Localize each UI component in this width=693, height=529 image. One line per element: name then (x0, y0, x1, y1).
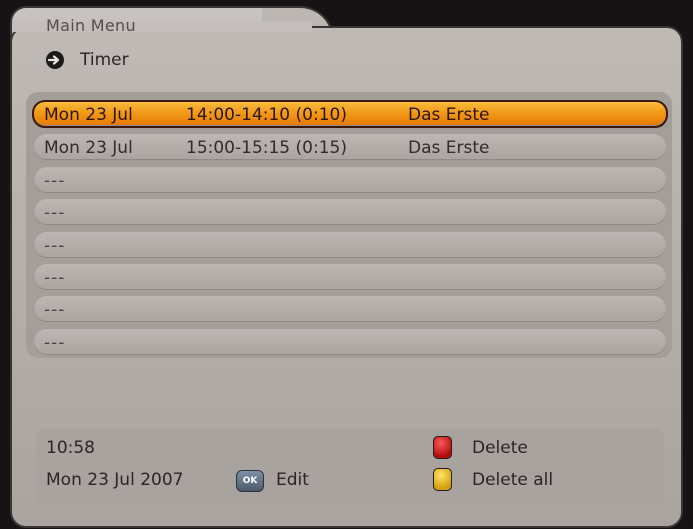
edit-label: Edit (276, 470, 309, 490)
timer-time: 15:00-15:15 (0:15) (186, 138, 347, 159)
empty-slot: --- (44, 300, 66, 321)
empty-slot: --- (44, 332, 66, 353)
empty-slot: --- (44, 170, 66, 191)
timer-channel: Das Erste (408, 105, 490, 125)
empty-slot: --- (44, 203, 66, 224)
timer-row-empty[interactable]: --- (34, 231, 666, 258)
delete-label: Delete (472, 438, 528, 458)
timer-row[interactable]: Mon 23 Jul 14:00-14:10 (0:10) Das Erste (32, 100, 668, 128)
timer-row-empty[interactable]: --- (34, 199, 666, 226)
section-heading: Timer (44, 48, 129, 72)
section-title: Timer (80, 50, 129, 70)
delete-all-label: Delete all (472, 470, 554, 490)
timer-arrow-icon (44, 49, 66, 71)
timer-row-empty[interactable]: --- (34, 296, 666, 323)
current-date: Mon 23 Jul 2007 (46, 470, 184, 490)
menu-title: Main Menu (46, 16, 136, 35)
timer-row-empty[interactable]: --- (34, 263, 666, 290)
ok-key-icon[interactable]: OK (236, 470, 264, 492)
timer-list: Mon 23 Jul 14:00-14:10 (0:10) Das Erste … (32, 100, 668, 361)
timer-row-empty[interactable]: --- (34, 328, 666, 355)
timer-row-empty[interactable]: --- (34, 166, 666, 193)
timer-date: Mon 23 Jul (44, 105, 133, 125)
current-time: 10:58 (46, 438, 95, 458)
yellow-key-icon[interactable] (433, 468, 452, 491)
timer-date: Mon 23 Jul (44, 138, 133, 159)
timer-time: 14:00-14:10 (0:10) (186, 105, 347, 125)
empty-slot: --- (44, 235, 66, 256)
empty-slot: --- (44, 267, 66, 288)
status-bar (36, 428, 664, 506)
red-key-icon[interactable] (433, 436, 452, 459)
timer-channel: Das Erste (408, 138, 490, 159)
timer-row[interactable]: Mon 23 Jul 15:00-15:15 (0:15) Das Erste (34, 134, 666, 161)
